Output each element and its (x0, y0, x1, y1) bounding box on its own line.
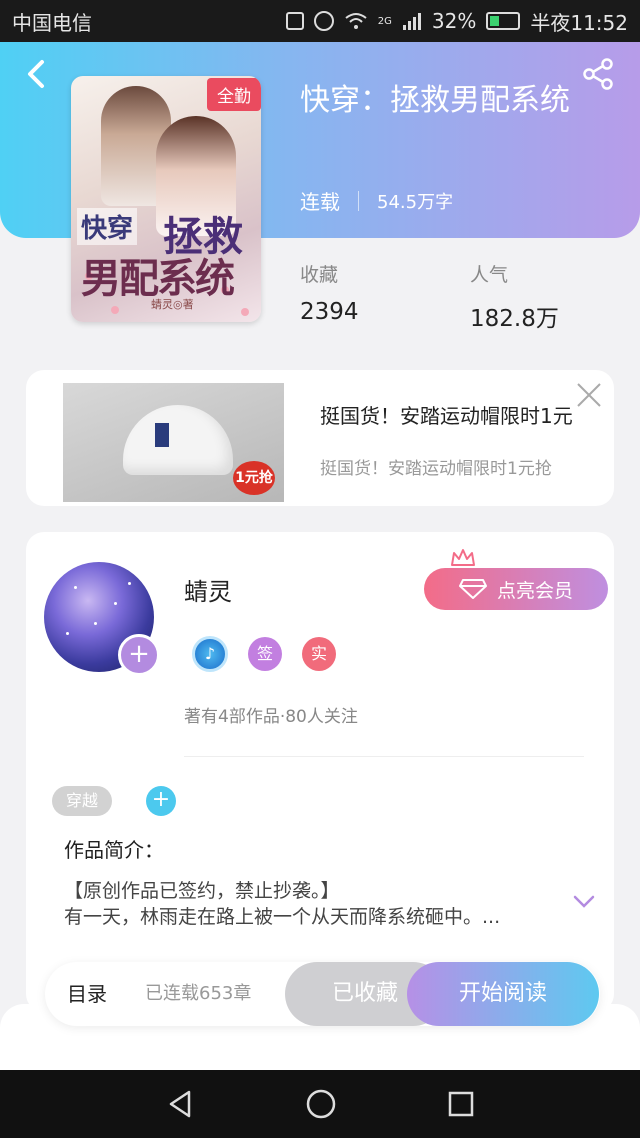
author-stats: 著有4部作品·80人关注 (184, 707, 358, 727)
carrier-label: 中国电信 (12, 10, 92, 35)
intro-line: 【原创作品已签约，禁止抄袭。】 (64, 880, 340, 902)
ad-image: 1元抢 (63, 383, 284, 502)
battery-icon (486, 12, 521, 30)
back-button[interactable] (20, 56, 56, 92)
ad-subtitle: 挺国货！安踏运动帽限时1元抢 (320, 459, 552, 479)
chevron-down-icon[interactable] (572, 894, 596, 910)
vip-button-label: 点亮会员 (496, 579, 573, 602)
author-card: + 蜻灵 点亮会员 ♪ 签 实 著有4部作品·80人关注 穿越 + 作品简介： … (26, 532, 614, 1012)
network-type: 2G (377, 15, 392, 27)
close-icon (577, 383, 601, 407)
back-nav-icon[interactable] (165, 1089, 195, 1119)
author-badges: ♪ 签 实 (192, 636, 336, 672)
petal (241, 308, 249, 316)
music-badge-icon[interactable]: ♪ (192, 636, 228, 672)
vip-button[interactable]: 点亮会员 (424, 568, 608, 610)
status-icons: 2G 32% 半夜11:52 (285, 7, 628, 36)
star (66, 632, 69, 635)
stat-value: 2394 (300, 299, 359, 325)
intro-line: 有一天，林雨走在路上被一个从天而降系统砸中。... (64, 906, 501, 928)
book-cover[interactable]: 全勤 快穿 拯救 男配系统 蜻灵◎著 (71, 76, 261, 322)
divider (184, 756, 584, 757)
toc-button[interactable]: 目录 (67, 962, 107, 1026)
home-nav-icon[interactable] (305, 1088, 337, 1120)
star (114, 602, 117, 605)
signal-icon (402, 13, 421, 30)
signed-badge[interactable]: 签 (248, 637, 282, 671)
ad-close-button[interactable] (574, 380, 604, 410)
author-name[interactable]: 蜻灵 (184, 572, 232, 607)
cap-logo (155, 423, 169, 447)
start-reading-button[interactable]: 开始阅读 (407, 962, 599, 1026)
cap-shape (123, 405, 233, 475)
recents-nav-icon[interactable] (447, 1090, 475, 1118)
battery-percent: 32% (431, 9, 477, 33)
book-title: 快穿：拯救男配系统 (300, 83, 570, 118)
cover-author: 蜻灵◎著 (151, 298, 194, 311)
cover-badge: 全勤 (207, 78, 261, 111)
verified-badge[interactable]: 实 (302, 637, 336, 671)
word-count: 54.5万字 (377, 191, 454, 213)
add-tag-button[interactable]: + (146, 786, 176, 816)
chapter-count: 已连载653章 (145, 983, 252, 1004)
star (74, 586, 77, 589)
book-meta: 连载 54.5万字 (300, 186, 453, 215)
intro-text[interactable]: 【原创作品已签约，禁止抄袭。】 有一天，林雨走在路上被一个从天而降系统砸中。..… (64, 878, 544, 930)
petal (111, 306, 119, 314)
follow-author-button[interactable]: + (118, 634, 160, 676)
alarm-icon (313, 11, 334, 31)
clock: 半夜11:52 (530, 10, 628, 35)
status-bar: 中国电信 2G 32% 半夜11:52 (0, 0, 640, 42)
crown-icon (451, 549, 475, 566)
star (128, 582, 131, 585)
genre-tag[interactable]: 穿越 (52, 786, 113, 816)
cover-title-small: 快穿 (77, 208, 138, 245)
stat-label: 人气 (470, 264, 509, 286)
book-status: 连载 (300, 190, 340, 214)
mute-icon (285, 12, 304, 30)
intro-label: 作品简介： (64, 838, 164, 862)
wifi-icon (345, 13, 367, 29)
stat-label: 收藏 (300, 264, 339, 286)
bottom-action-bar: 目录 已连载653章 已收藏 开始阅读 (45, 962, 600, 1026)
chevron-left-icon (28, 60, 44, 88)
stat-value: 182.8万 (470, 306, 559, 332)
ad-banner[interactable]: 1元抢 挺国货！安踏运动帽限时1元 挺国货！安踏运动帽限时1元抢 (26, 370, 614, 506)
ad-price-sticker: 1元抢 (233, 461, 275, 495)
meta-divider (358, 190, 359, 211)
star (94, 622, 97, 625)
diamond-icon (458, 579, 487, 599)
stat-popularity: 人气 182.8万 (470, 260, 559, 333)
ad-title: 挺国货！安踏运动帽限时1元 (320, 404, 573, 428)
stat-favorites: 收藏 2394 (300, 260, 359, 325)
system-nav-bar (0, 1070, 640, 1138)
